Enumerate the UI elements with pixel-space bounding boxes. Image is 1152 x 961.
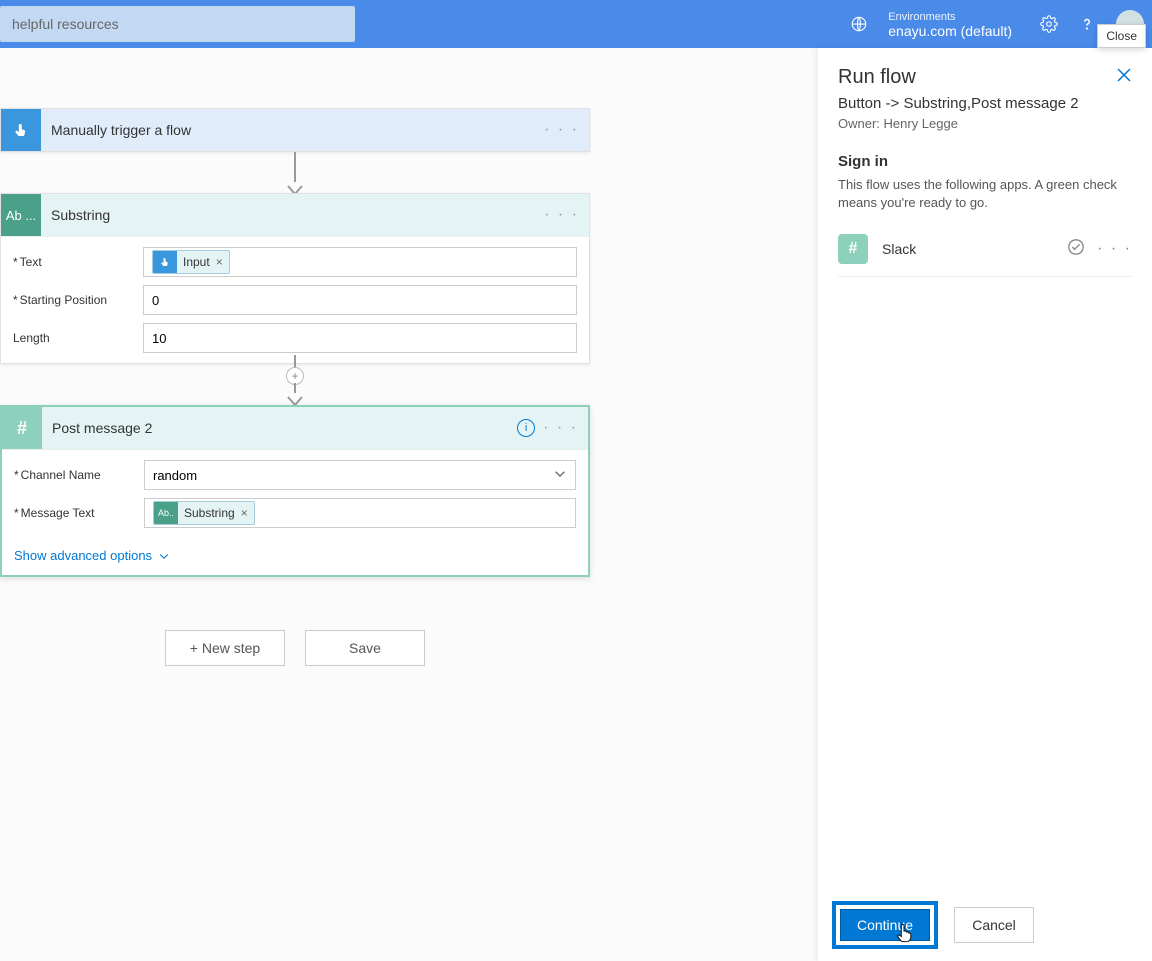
signin-description: This flow uses the following apps. A gre…	[838, 176, 1132, 212]
environment-label: Environments	[888, 10, 1012, 24]
close-icon[interactable]	[1116, 67, 1132, 88]
close-tooltip: Close	[1097, 24, 1146, 48]
run-flow-panel: Run flow Button -> Substring,Post messag…	[817, 48, 1152, 961]
save-button[interactable]: Save	[305, 630, 425, 666]
length-label: Length	[13, 331, 143, 345]
connection-row: # Slack · · ·	[838, 234, 1132, 277]
flow-owner: Owner: Henry Legge	[838, 116, 1132, 131]
app-header: helpful resources Environments enayu.com…	[0, 0, 1152, 48]
ellipsis-icon[interactable]: · · ·	[543, 419, 578, 437]
slack-hash-icon: #	[2, 407, 42, 449]
environment-selector[interactable]: Environments enayu.com (default)	[840, 10, 1012, 38]
search-text: helpful resources	[12, 16, 119, 32]
channel-value: random	[153, 468, 197, 483]
input-token[interactable]: Input ×	[152, 250, 230, 274]
ellipsis-icon[interactable]: · · ·	[544, 121, 579, 139]
hand-tap-icon	[153, 250, 177, 274]
gear-icon[interactable]	[1038, 13, 1060, 35]
post-message-title: Post message 2	[42, 420, 517, 436]
ellipsis-icon[interactable]: · · ·	[544, 206, 579, 224]
token-label: Input	[177, 255, 216, 269]
continue-button-highlight: Continue	[832, 901, 938, 949]
substring-card[interactable]: Ab ... Substring · · · Text Input ×	[0, 193, 590, 364]
substring-icon: Ab..	[154, 501, 178, 525]
length-input[interactable]	[143, 323, 577, 353]
message-text-input[interactable]: Ab.. Substring ×	[144, 498, 576, 528]
text-label: Text	[13, 255, 143, 269]
check-icon	[1067, 238, 1085, 261]
canvas-actions: + New step Save	[165, 630, 425, 666]
globe-icon	[848, 13, 870, 35]
post-message-card[interactable]: # Post message 2 i · · · Channel Name ra…	[0, 405, 590, 577]
chevron-down-icon	[553, 467, 567, 484]
flow-name: Button -> Substring,Post message 2	[838, 95, 1132, 112]
connection-name: Slack	[868, 241, 1067, 257]
trigger-title: Manually trigger a flow	[41, 122, 544, 138]
hand-tap-icon	[1, 109, 41, 151]
show-advanced-options-link[interactable]: Show advanced options	[14, 548, 170, 563]
channel-name-label: Channel Name	[14, 468, 144, 482]
continue-button[interactable]: Continue	[840, 909, 930, 941]
info-icon[interactable]: i	[517, 419, 535, 437]
slack-hash-icon: #	[838, 234, 868, 264]
starting-position-label: Starting Position	[13, 293, 143, 307]
connector-arrow: +	[285, 355, 305, 411]
remove-token-icon[interactable]: ×	[216, 255, 229, 269]
signin-heading: Sign in	[838, 153, 1132, 170]
substring-title: Substring	[41, 207, 544, 223]
new-step-button[interactable]: + New step	[165, 630, 285, 666]
environment-name: enayu.com (default)	[888, 24, 1012, 38]
ellipsis-icon[interactable]: · · ·	[1097, 240, 1132, 258]
channel-name-dropdown[interactable]: random	[144, 460, 576, 490]
help-icon[interactable]	[1076, 13, 1098, 35]
cancel-button[interactable]: Cancel	[954, 907, 1034, 943]
text-input[interactable]: Input ×	[143, 247, 577, 277]
token-label: Substring	[178, 506, 241, 520]
message-text-label: Message Text	[14, 506, 144, 520]
flow-canvas: Manually trigger a flow · · · Ab ... Sub…	[0, 48, 817, 961]
panel-title: Run flow	[838, 66, 916, 89]
cursor-pointer-icon	[895, 923, 913, 943]
starting-position-input[interactable]	[143, 285, 577, 315]
remove-token-icon[interactable]: ×	[241, 506, 254, 520]
substring-token[interactable]: Ab.. Substring ×	[153, 501, 255, 525]
substring-icon: Ab ...	[1, 194, 41, 236]
search-input[interactable]: helpful resources	[0, 6, 355, 42]
trigger-card[interactable]: Manually trigger a flow · · ·	[0, 108, 590, 152]
